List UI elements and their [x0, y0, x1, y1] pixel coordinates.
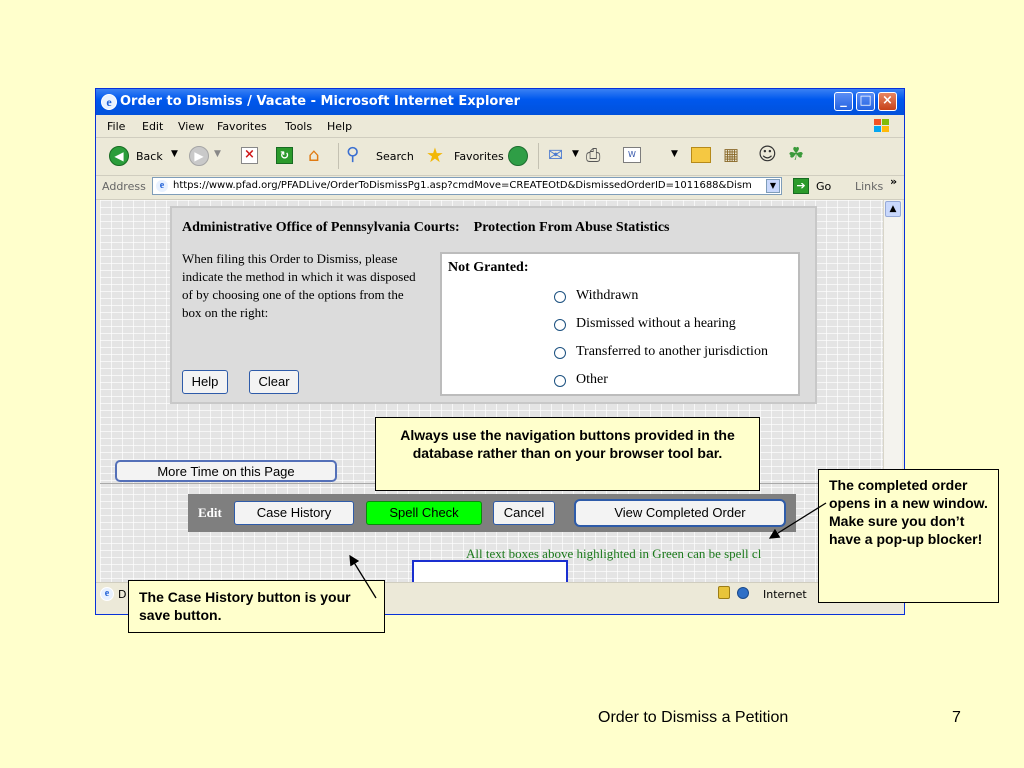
callout-arrows — [349, 502, 827, 599]
case-history-arrow — [349, 554, 377, 599]
completed-order-arrow — [768, 502, 827, 539]
slide-page-number: 7 — [952, 709, 961, 726]
slide-footer-title: Order to Dismiss a Petition — [598, 709, 789, 726]
